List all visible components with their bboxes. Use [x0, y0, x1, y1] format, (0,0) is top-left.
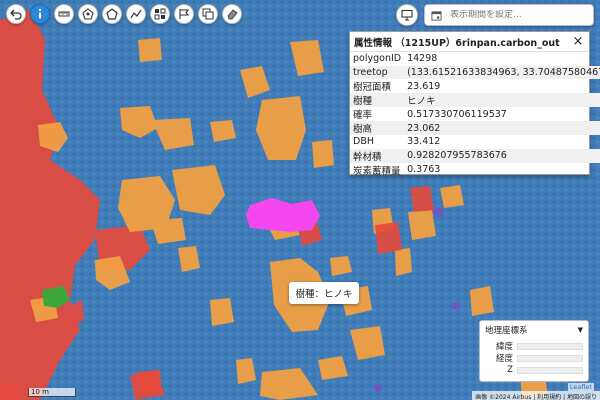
attribute-key: 炭素蓄積量 [353, 165, 401, 177]
attribute-key: 樹高 [350, 121, 405, 136]
attribute-key: 樹冠面積 [353, 82, 392, 94]
coordinate-row: Z [485, 364, 583, 376]
display-button[interactable] [396, 4, 418, 26]
selected-tree-crown [246, 198, 320, 232]
measure-button[interactable] [54, 4, 74, 24]
attribute-table: polygonID 14298 treetop (133.61521633834963… [350, 52, 600, 177]
close-icon[interactable]: × [571, 34, 585, 49]
attribute-row: 幹材積 0.928207955783676 [350, 148, 600, 163]
attribute-row: 樹冠面積 23.619 [350, 79, 600, 94]
map-attribution: 画像 ©2024 Airbus | 利用規約 | 地図の誤り [472, 391, 600, 400]
coordinate-value-field [517, 354, 583, 362]
coordinate-system-label: 地理座標系 [485, 326, 528, 336]
undo-icon [10, 9, 22, 20]
eraser-button[interactable] [222, 4, 242, 24]
coordinate-value-field [517, 366, 583, 374]
polygon-icon [82, 8, 94, 20]
grid-button[interactable] [150, 4, 170, 24]
coordinate-panel: 地理座標系 ▼ 緯度経度 Z [479, 320, 589, 382]
pentagon-button[interactable] [102, 4, 122, 24]
attribute-key: 確率 [353, 110, 373, 122]
attribute-panel: 属性情報 （1215UP）6rinpan.carbon_out × polygo… [349, 31, 600, 177]
attribute-panel-header: 属性情報 （1215UP）6rinpan.carbon_out × [350, 32, 589, 52]
attribute-value: 0.3763 [407, 164, 441, 176]
attribute-value: 0.928207955783676 [404, 148, 600, 163]
attribute-value: 23.619 [407, 80, 441, 92]
attribute-key: 幹材積 [350, 148, 405, 163]
grid-icon [154, 8, 166, 20]
attribute-row: treetop (133.61521633834963, 33.704875804… [350, 65, 600, 80]
attribute-row: 炭素蓄積量 0.3763 [350, 163, 600, 177]
info-button[interactable] [30, 4, 50, 24]
attribute-value: 14298 [407, 53, 438, 65]
map-toolbar [6, 4, 242, 24]
attribute-value: (133.61521633834963, 33.7048758046789) [404, 65, 600, 80]
attribute-panel-title: 属性情報 （1215UP）6rinpan.carbon_out [354, 37, 560, 49]
date-range-input[interactable] [450, 10, 580, 20]
attribute-key: 樹種 [350, 93, 405, 108]
undo-button[interactable] [6, 4, 26, 24]
chart-button[interactable] [126, 4, 146, 24]
attribute-key: treetop [350, 65, 405, 80]
attribute-row: 樹種 ヒノキ [350, 93, 600, 108]
attribute-row: 樹高 23.062 [350, 121, 600, 136]
attribute-value: 33.412 [407, 136, 441, 148]
attribute-value: ヒノキ [404, 93, 600, 108]
flag-icon [179, 9, 190, 19]
coordinate-row: 経度 [485, 352, 583, 364]
attribute-value: 0.517330706119537 [407, 108, 507, 120]
polygon-button[interactable] [78, 4, 98, 24]
attribute-row: 確率 0.517330706119537 [350, 107, 600, 122]
monitor-icon [401, 9, 413, 21]
coordinate-value-field [517, 342, 583, 350]
scale-bar: 10 m [28, 388, 76, 397]
eraser-icon [227, 9, 238, 20]
copy-icon [202, 8, 214, 20]
info-icon [38, 8, 42, 19]
coordinate-system-select[interactable]: 地理座標系 ▼ [485, 324, 583, 336]
copy-button[interactable] [198, 4, 218, 24]
coordinate-label: 経度 [495, 354, 513, 364]
flag-button[interactable] [174, 4, 194, 24]
date-range-filter[interactable] [424, 4, 594, 26]
attribute-key: DBH [353, 136, 374, 148]
line-chart-icon [130, 9, 142, 19]
right-toolbar [396, 4, 594, 26]
attribute-value: 23.062 [404, 121, 600, 136]
leaflet-attribution-link[interactable]: Leaflet [567, 383, 594, 391]
coordinate-label: 緯度 [495, 342, 513, 352]
attribute-key: polygonID [353, 53, 402, 65]
coordinate-label: Z [507, 365, 513, 375]
caret-down-icon: ▼ [577, 326, 583, 334]
calendar-icon [431, 10, 442, 21]
coordinate-row: 緯度 [485, 340, 583, 352]
species-tooltip: 樹種：ヒノキ [289, 282, 359, 304]
attribute-row: DBH 33.412 [350, 135, 600, 149]
ruler-icon [58, 11, 70, 17]
attribute-row: polygonID 14298 [350, 52, 600, 66]
pentagon-icon [106, 8, 118, 20]
